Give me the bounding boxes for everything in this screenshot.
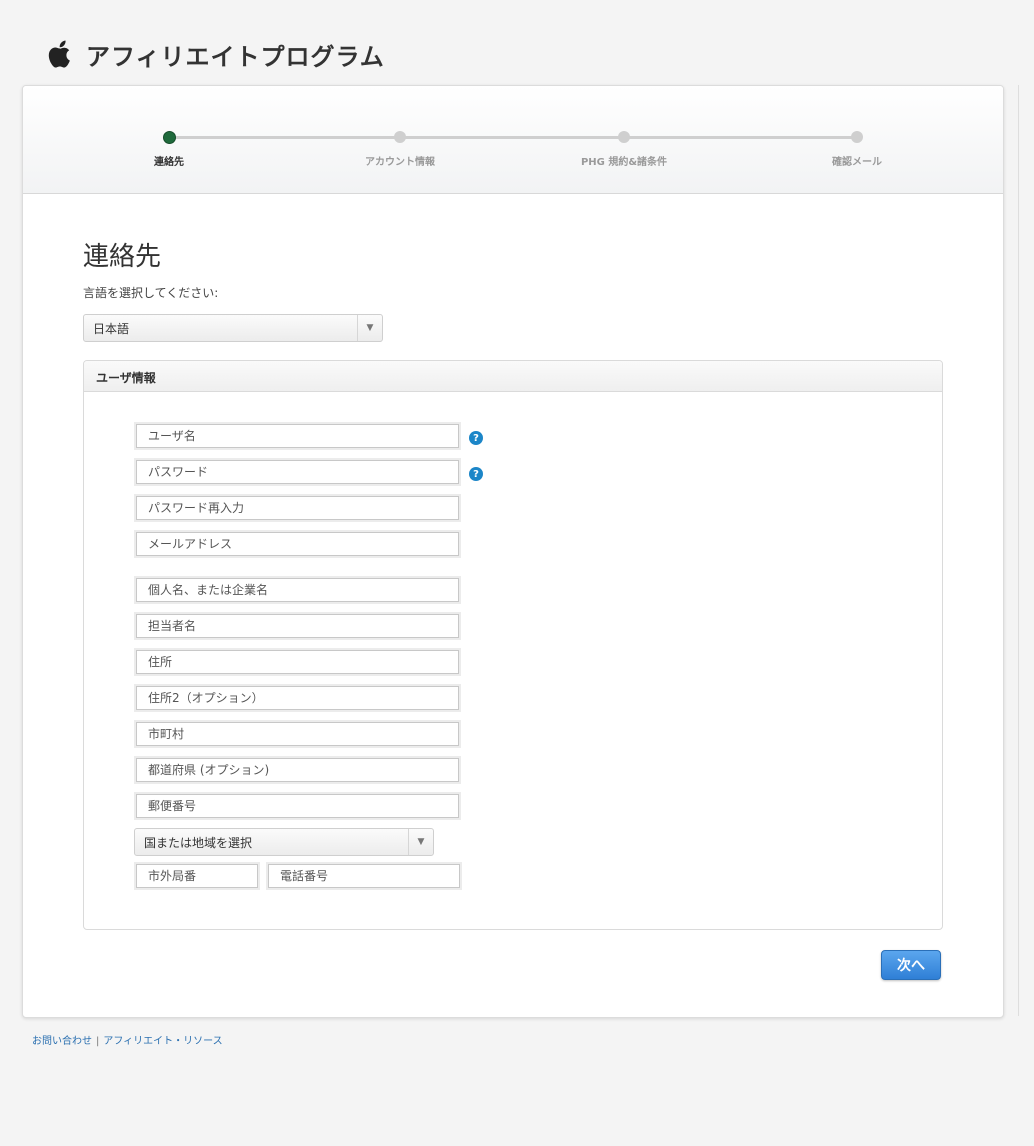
- step-dot-contact: [163, 131, 176, 144]
- address2-field[interactable]: [136, 686, 459, 710]
- language-select[interactable]: 日本語 ▼: [83, 314, 383, 342]
- address2-input[interactable]: [137, 687, 458, 709]
- step-label-confirm: 確認メール: [832, 157, 882, 168]
- app-header: アフィリエイトプログラム: [46, 34, 385, 74]
- step-label-contact: 連絡先: [154, 157, 184, 168]
- contact-person-field[interactable]: [136, 614, 459, 638]
- dropdown-arrow-icon: ▼: [408, 829, 433, 855]
- app-title: アフィリエイトプログラム: [86, 42, 385, 71]
- apple-logo-icon[interactable]: [46, 38, 74, 70]
- step-label-account: アカウント情報: [365, 157, 435, 168]
- step-label-terms: PHG 規約&諸条件: [580, 157, 668, 168]
- next-button[interactable]: 次へ: [881, 950, 941, 980]
- email-input[interactable]: [137, 533, 458, 555]
- name-or-company-field[interactable]: [136, 578, 459, 602]
- state-field[interactable]: [136, 758, 459, 782]
- phone-input[interactable]: [269, 865, 459, 887]
- user-info-panel: ユーザ情報 ? ?: [83, 360, 943, 930]
- signup-card: 連絡先 アカウント情報 PHG 規約&諸条件 確認メール 連絡先 言語を選択して…: [22, 85, 1004, 1018]
- country-select[interactable]: 国または地域を選択 ▼: [134, 828, 434, 856]
- step-dot-account: [394, 131, 406, 143]
- question-mark-icon[interactable]: ?: [469, 431, 483, 445]
- postal-code-field[interactable]: [136, 794, 459, 818]
- footer-links: お問い合わせ | アフィリエイト・リソース: [32, 1032, 223, 1047]
- user-info-panel-title: ユーザ情報: [96, 371, 156, 385]
- contact-link[interactable]: お問い合わせ: [32, 1036, 92, 1047]
- step-dot-confirm: [851, 131, 863, 143]
- area-code-field[interactable]: [136, 864, 258, 888]
- step-dot-terms: [618, 131, 630, 143]
- progress-stepper: 連絡先 アカウント情報 PHG 規約&諸条件 確認メール: [23, 86, 1003, 194]
- state-input[interactable]: [137, 759, 458, 781]
- password-confirm-field[interactable]: [136, 496, 459, 520]
- email-field[interactable]: [136, 532, 459, 556]
- password-field[interactable]: [136, 460, 459, 484]
- footer-separator: |: [96, 1036, 100, 1047]
- username-input[interactable]: [137, 425, 458, 447]
- username-field[interactable]: [136, 424, 459, 448]
- language-select-value: 日本語: [93, 322, 130, 336]
- page-edge-divider: [1018, 85, 1019, 1016]
- affiliate-resources-link[interactable]: アフィリエイト・リソース: [103, 1036, 222, 1047]
- country-select-value: 国または地域を選択: [144, 836, 253, 850]
- page-title: 連絡先: [83, 242, 162, 272]
- password-input[interactable]: [137, 461, 458, 483]
- city-input[interactable]: [137, 723, 458, 745]
- postal-code-input[interactable]: [137, 795, 458, 817]
- address-field[interactable]: [136, 650, 459, 674]
- phone-field[interactable]: [268, 864, 460, 888]
- area-code-input[interactable]: [137, 865, 257, 887]
- user-info-panel-header: ユーザ情報: [84, 361, 942, 392]
- password-confirm-input[interactable]: [137, 497, 458, 519]
- city-field[interactable]: [136, 722, 459, 746]
- name-or-company-input[interactable]: [137, 579, 458, 601]
- stepper-track: [169, 136, 857, 139]
- contact-person-input[interactable]: [137, 615, 458, 637]
- question-mark-icon[interactable]: ?: [469, 467, 483, 481]
- address-input[interactable]: [137, 651, 458, 673]
- dropdown-arrow-icon: ▼: [357, 315, 382, 341]
- language-prompt: 言語を選択してください:: [83, 286, 219, 300]
